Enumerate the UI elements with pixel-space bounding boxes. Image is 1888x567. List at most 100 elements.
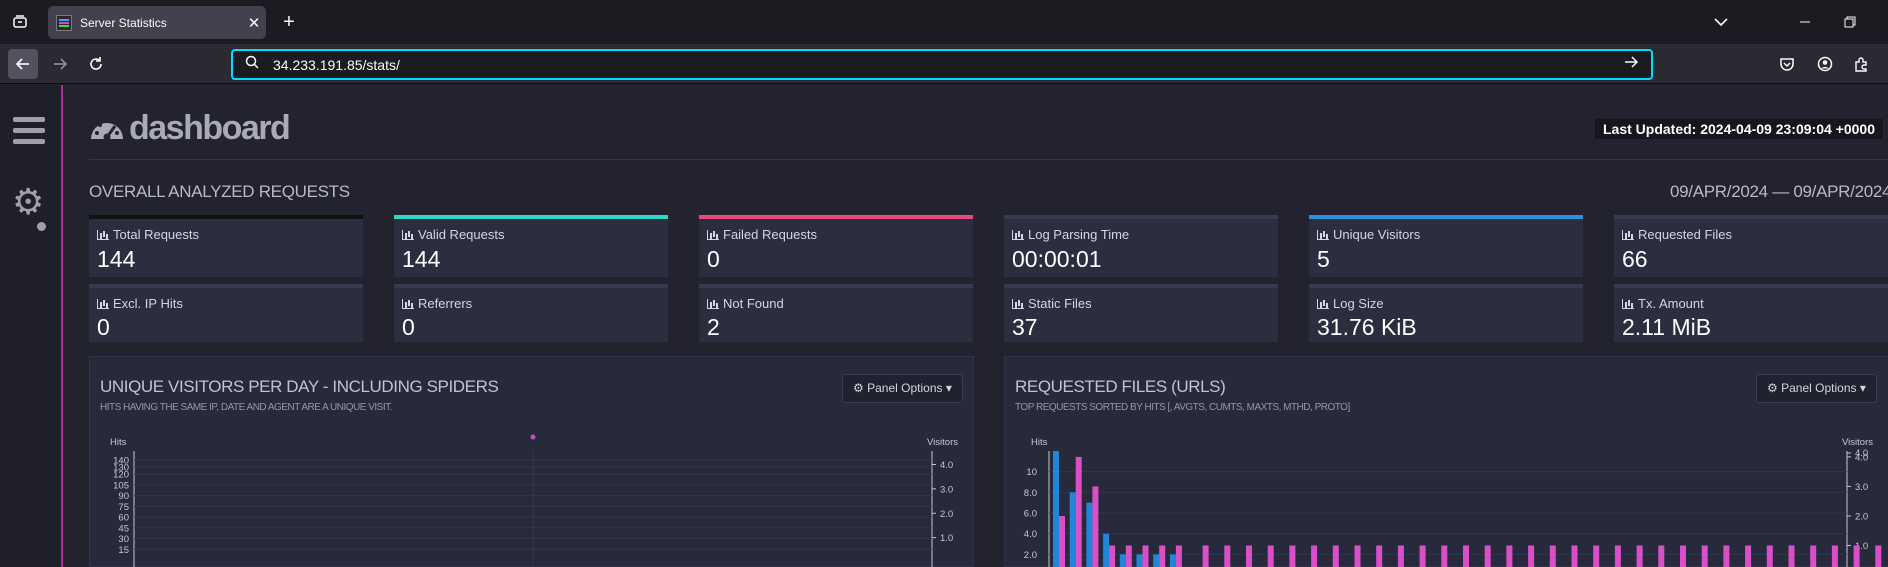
bar-chart-icon bbox=[1012, 298, 1024, 309]
metric-value: 00:00:01 bbox=[1012, 246, 1102, 272]
bar-chart-icon bbox=[97, 298, 109, 309]
hits-bar bbox=[1053, 451, 1059, 567]
visitors-bar bbox=[1311, 545, 1318, 567]
metric-card-requested-files: Requested Files 66 bbox=[1614, 215, 1888, 277]
visitors-bar bbox=[1571, 545, 1578, 567]
header-divider bbox=[89, 159, 1888, 160]
visitors-bar bbox=[1658, 545, 1665, 567]
section-title: OVERALL ANALYZED REQUESTS bbox=[89, 182, 350, 201]
y-tick-label: 30 bbox=[118, 534, 129, 545]
tab-list-icon[interactable] bbox=[8, 10, 32, 34]
metric-card-static-files: Static Files 37 bbox=[1004, 284, 1278, 342]
bar-chart-icon bbox=[707, 229, 719, 240]
chevron-down-icon[interactable] bbox=[1709, 10, 1733, 34]
panel-options-button[interactable]: ⚙ Panel Options ▾ bbox=[842, 374, 963, 403]
visitors-bar bbox=[1506, 545, 1513, 567]
metric-label: Static Files bbox=[1028, 296, 1092, 311]
metric-card-referrers: Referrers 0 bbox=[394, 284, 668, 342]
visitors-bar bbox=[1484, 545, 1491, 567]
y-tick-label: 90 bbox=[118, 491, 129, 502]
metric-value: 0 bbox=[402, 314, 415, 340]
y-tick-label: 2.0 bbox=[1024, 550, 1037, 561]
y2-tick-label: 2.0 bbox=[940, 509, 953, 520]
panel-subtitle: TOP REQUESTS SORTED BY HITS [, AVGTS, CU… bbox=[1015, 402, 1350, 413]
visitors-bar bbox=[1224, 545, 1231, 567]
y-tick-label: 75 bbox=[118, 502, 129, 513]
url-text[interactable]: 34.233.191.85/stats/ bbox=[273, 57, 1623, 73]
y-tick-label: 120 bbox=[113, 470, 129, 481]
visitors-bar bbox=[1397, 545, 1404, 567]
minimize-icon[interactable] bbox=[1793, 10, 1817, 34]
bar-chart-icon bbox=[1012, 229, 1024, 240]
visitors-bar bbox=[1267, 545, 1274, 567]
visitors-bar bbox=[1766, 545, 1773, 567]
panel-title: UNIQUE VISITORS PER DAY - INCLUDING SPID… bbox=[100, 377, 499, 396]
visitors-bar bbox=[1831, 545, 1838, 567]
visitors-bar bbox=[1202, 545, 1209, 567]
metric-card-total-requests: Total Requests 144 bbox=[89, 215, 363, 277]
y2-tick-label: 4.0 bbox=[1855, 448, 1868, 459]
visitors-bar bbox=[1701, 545, 1708, 567]
tab-title: Server Statistics bbox=[80, 15, 167, 30]
date-range: 09/APR/2024 — 09/APR/2024 bbox=[1670, 182, 1888, 201]
close-icon[interactable]: ✕ bbox=[242, 14, 266, 32]
metric-label: Excl. IP Hits bbox=[113, 296, 183, 311]
extensions-icon[interactable] bbox=[1846, 49, 1876, 79]
plus-icon[interactable]: + bbox=[277, 10, 301, 34]
metric-value: 0 bbox=[707, 246, 720, 272]
gear-icon: ⚙ bbox=[853, 381, 864, 395]
account-icon[interactable] bbox=[1810, 49, 1840, 79]
hits-bar bbox=[1069, 492, 1076, 567]
hits-bar bbox=[1086, 502, 1093, 567]
metric-label: Unique Visitors bbox=[1333, 227, 1421, 242]
restore-icon[interactable] bbox=[1838, 10, 1862, 34]
reload-icon[interactable] bbox=[81, 49, 111, 79]
y-tick-label: 45 bbox=[118, 523, 129, 534]
address-bar[interactable]: 34.233.191.85/stats/ bbox=[231, 49, 1653, 80]
visitors-bar bbox=[1376, 545, 1383, 567]
panel-options-button[interactable]: ⚙ Panel Options ▾ bbox=[1756, 374, 1877, 403]
visitors-bar bbox=[1614, 545, 1621, 567]
metric-card-failed-requests: Failed Requests 0 bbox=[699, 215, 973, 277]
metric-label: Tx. Amount bbox=[1638, 296, 1704, 311]
y2-axis-label: Visitors bbox=[927, 437, 958, 448]
visitors-bar bbox=[1125, 545, 1132, 567]
caret-down-icon: ▾ bbox=[945, 381, 952, 395]
metric-label: Failed Requests bbox=[723, 227, 817, 242]
y-tick-label: 4.0 bbox=[1024, 529, 1037, 540]
visitors-bar bbox=[1593, 545, 1600, 567]
visitors-bar bbox=[1549, 545, 1556, 567]
status-dot-icon bbox=[37, 222, 46, 231]
visitors-bar bbox=[1075, 456, 1082, 567]
browser-tab-bar: Server Statistics ✕ + bbox=[0, 0, 1888, 44]
metric-card-excl-ip-hits: Excl. IP Hits 0 bbox=[89, 284, 363, 342]
arrow-right-icon[interactable] bbox=[1623, 54, 1651, 75]
metric-value: 0 bbox=[97, 314, 110, 340]
metric-value: 5 bbox=[1317, 246, 1330, 272]
gear-icon[interactable]: ⚙ bbox=[12, 184, 44, 220]
browser-tab[interactable]: Server Statistics ✕ bbox=[48, 6, 266, 39]
metric-value: 31.76 KiB bbox=[1317, 314, 1417, 340]
visitors-bar bbox=[1159, 545, 1166, 567]
metric-card-unique-visitors: Unique Visitors 5 bbox=[1309, 215, 1583, 277]
y-axis-label: Hits bbox=[110, 437, 127, 448]
hits-bar bbox=[1136, 554, 1143, 567]
favicon-icon bbox=[56, 14, 72, 31]
dashboard-page: ⚙ dashboard Last Updated: 2024-04-09 23:… bbox=[0, 85, 1888, 567]
visitors-bar bbox=[1745, 545, 1752, 567]
browser-nav-bar: 34.233.191.85/stats/ bbox=[0, 44, 1888, 84]
visitors-bar bbox=[1810, 545, 1817, 567]
back-icon[interactable] bbox=[8, 49, 38, 79]
pocket-icon[interactable] bbox=[1772, 49, 1802, 79]
forward-icon[interactable] bbox=[45, 49, 75, 79]
visitors-bar bbox=[1246, 545, 1252, 567]
gear-icon: ⚙ bbox=[1767, 381, 1778, 395]
y2-tick-label: 3.0 bbox=[1855, 482, 1868, 493]
metric-label: Total Requests bbox=[113, 227, 199, 242]
y-tick-label: 60 bbox=[118, 513, 129, 524]
bar-chart-icon bbox=[97, 229, 109, 240]
panel-subtitle: HITS HAVING THE SAME IP, DATE AND AGENT … bbox=[100, 402, 392, 413]
bar-chart-icon bbox=[1317, 229, 1329, 240]
hamburger-menu-icon[interactable] bbox=[13, 117, 45, 145]
visitors-bar bbox=[1354, 545, 1361, 567]
